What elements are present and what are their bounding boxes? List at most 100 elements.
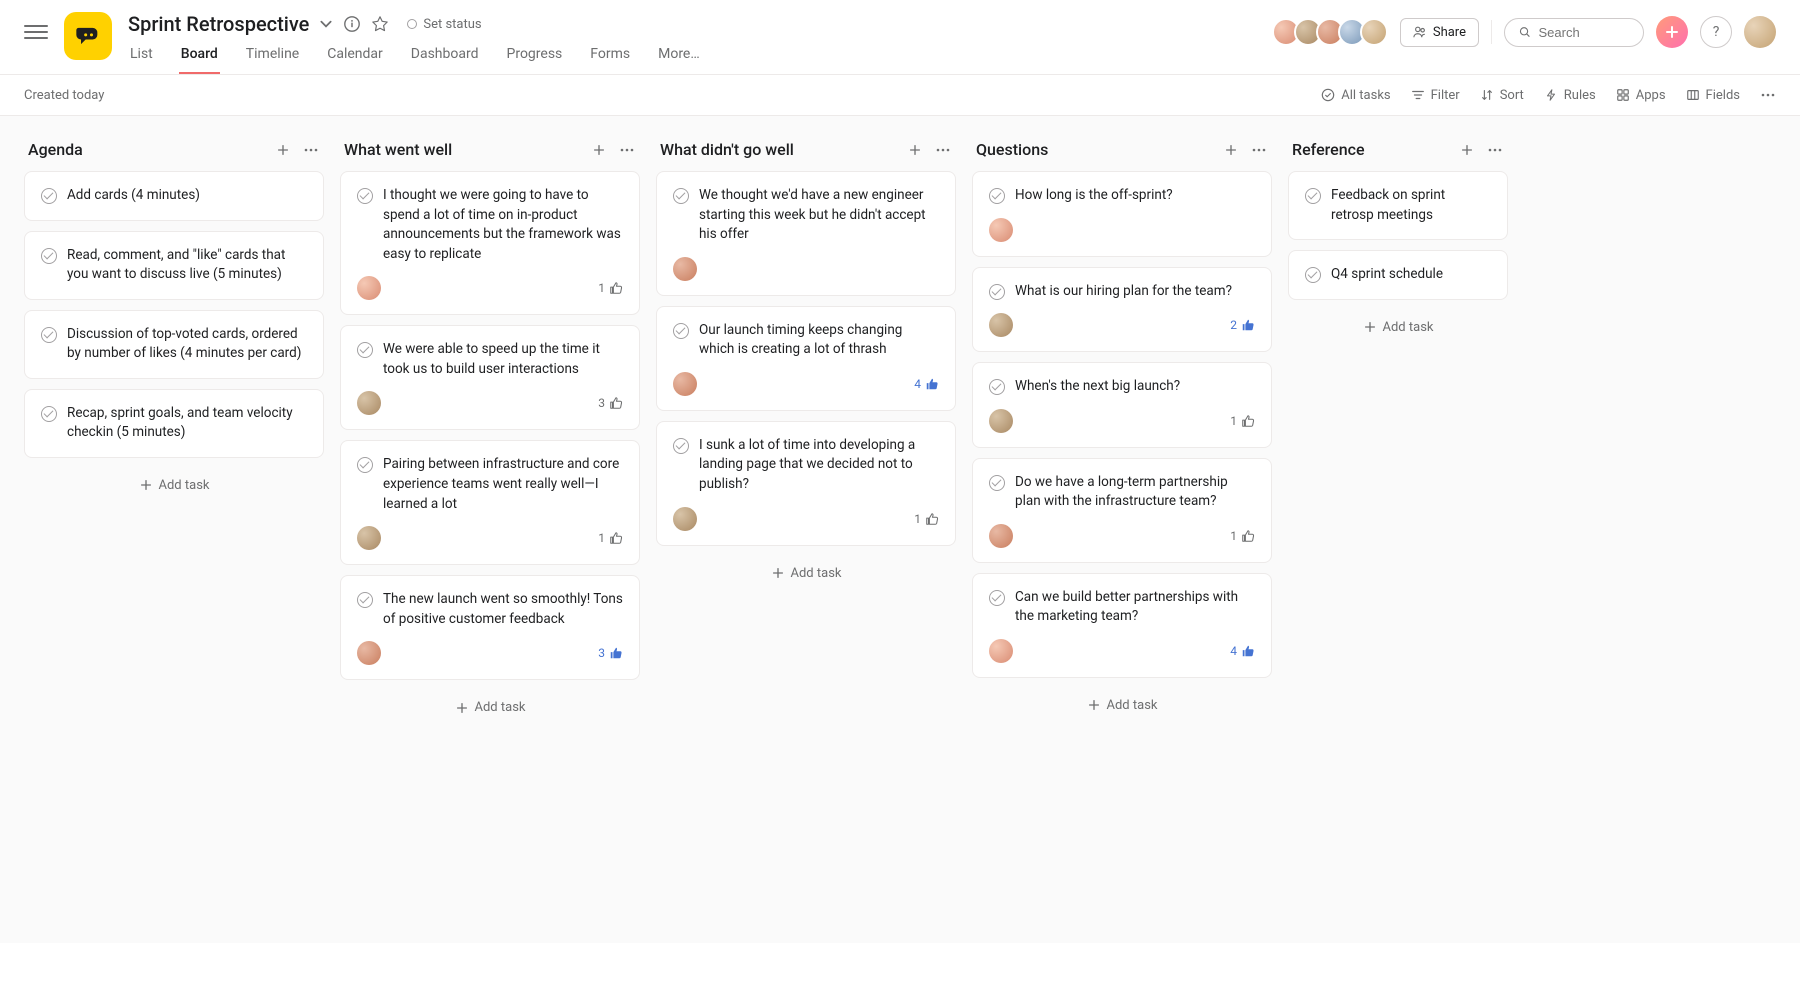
column-add-button[interactable] <box>1222 141 1240 159</box>
project-icon[interactable] <box>64 12 112 60</box>
task-card[interactable]: Do we have a long-term partnership plan … <box>972 458 1272 563</box>
complete-checkbox[interactable] <box>41 406 57 422</box>
task-card[interactable]: When's the next big launch? 1 <box>972 362 1272 448</box>
user-avatar[interactable] <box>1744 16 1776 48</box>
column-more-button[interactable] <box>302 141 320 159</box>
more-options-button[interactable] <box>1760 87 1776 103</box>
fields-button[interactable]: Fields <box>1686 88 1740 103</box>
add-task-button[interactable]: Add task <box>340 690 640 725</box>
assignee-avatar[interactable] <box>673 372 697 396</box>
assignee-avatar[interactable] <box>357 526 381 550</box>
complete-checkbox[interactable] <box>989 590 1005 606</box>
assignee-avatar[interactable] <box>357 276 381 300</box>
task-card[interactable]: Feedback on sprint retrosp meetings <box>1288 171 1508 240</box>
likes-count[interactable]: 4 <box>1230 644 1255 658</box>
add-task-button[interactable]: Add task <box>1288 310 1508 345</box>
assignee-avatar[interactable] <box>673 507 697 531</box>
likes-count[interactable]: 3 <box>598 646 623 660</box>
task-card[interactable]: Our launch timing keeps changing which i… <box>656 306 956 411</box>
add-task-button[interactable]: Add task <box>656 556 956 591</box>
task-card[interactable]: We were able to speed up the time it too… <box>340 325 640 430</box>
likes-count[interactable]: 1 <box>914 512 939 526</box>
assignee-avatar[interactable] <box>673 257 697 281</box>
column-more-button[interactable] <box>1486 141 1504 159</box>
tab-board[interactable]: Board <box>179 46 220 74</box>
task-card[interactable]: How long is the off-sprint? <box>972 171 1272 257</box>
complete-checkbox[interactable] <box>1305 188 1321 204</box>
assignee-avatar[interactable] <box>989 639 1013 663</box>
likes-count[interactable]: 3 <box>598 396 623 410</box>
share-button[interactable]: Share <box>1400 18 1479 47</box>
assignee-avatar[interactable] <box>357 641 381 665</box>
task-card[interactable]: We thought we'd have a new engineer star… <box>656 171 956 296</box>
column-more-button[interactable] <box>618 141 636 159</box>
column-add-button[interactable] <box>590 141 608 159</box>
likes-count[interactable]: 1 <box>598 531 623 545</box>
rules-button[interactable]: Rules <box>1544 88 1596 103</box>
sort-button[interactable]: Sort <box>1480 88 1524 103</box>
apps-button[interactable]: Apps <box>1616 88 1666 103</box>
complete-checkbox[interactable] <box>41 248 57 264</box>
complete-checkbox[interactable] <box>989 284 1005 300</box>
assignee-avatar[interactable] <box>989 313 1013 337</box>
tab-dashboard[interactable]: Dashboard <box>409 46 481 74</box>
task-card[interactable]: I thought we were going to have to spend… <box>340 171 640 315</box>
task-card[interactable]: Recap, sprint goals, and team velocity c… <box>24 389 324 458</box>
assignee-avatar[interactable] <box>989 409 1013 433</box>
task-card[interactable]: Q4 sprint schedule <box>1288 250 1508 300</box>
likes-count[interactable]: 1 <box>1230 529 1255 543</box>
likes-count[interactable]: 4 <box>914 377 939 391</box>
assignee-avatar[interactable] <box>989 218 1013 242</box>
complete-checkbox[interactable] <box>673 188 689 204</box>
complete-checkbox[interactable] <box>357 457 373 473</box>
project-title[interactable]: Sprint Retrospective <box>128 12 309 36</box>
assignee-avatar[interactable] <box>989 524 1013 548</box>
task-card[interactable]: Add cards (4 minutes) <box>24 171 324 221</box>
task-card[interactable]: What is our hiring plan for the team? 2 <box>972 267 1272 353</box>
task-card[interactable]: I sunk a lot of time into developing a l… <box>656 421 956 546</box>
complete-checkbox[interactable] <box>989 379 1005 395</box>
complete-checkbox[interactable] <box>673 438 689 454</box>
complete-checkbox[interactable] <box>357 592 373 608</box>
column-more-button[interactable] <box>934 141 952 159</box>
column-more-button[interactable] <box>1250 141 1268 159</box>
task-card[interactable]: Pairing between infrastructure and core … <box>340 440 640 565</box>
tab-list[interactable]: List <box>128 46 155 74</box>
task-card[interactable]: Can we build better partnerships with th… <box>972 573 1272 678</box>
column-add-button[interactable] <box>1458 141 1476 159</box>
menu-toggle[interactable] <box>24 20 48 44</box>
complete-checkbox[interactable] <box>41 188 57 204</box>
member-avatars[interactable] <box>1278 18 1388 46</box>
add-task-button[interactable]: Add task <box>972 688 1272 723</box>
star-icon[interactable] <box>371 15 389 33</box>
likes-count[interactable]: 1 <box>598 281 623 295</box>
tab-timeline[interactable]: Timeline <box>244 46 301 74</box>
complete-checkbox[interactable] <box>989 188 1005 204</box>
likes-count[interactable]: 2 <box>1230 318 1255 332</box>
likes-count[interactable]: 1 <box>1230 414 1255 428</box>
complete-checkbox[interactable] <box>357 342 373 358</box>
search-box[interactable] <box>1504 18 1644 47</box>
add-task-button[interactable]: Add task <box>24 468 324 503</box>
complete-checkbox[interactable] <box>41 327 57 343</box>
search-input[interactable] <box>1539 25 1629 40</box>
assignee-avatar[interactable] <box>357 391 381 415</box>
task-card[interactable]: Read, comment, and "like" cards that you… <box>24 231 324 300</box>
chevron-down-icon[interactable] <box>319 17 333 31</box>
complete-checkbox[interactable] <box>357 188 373 204</box>
all-tasks-button[interactable]: All tasks <box>1321 88 1390 103</box>
column-add-button[interactable] <box>274 141 292 159</box>
task-card[interactable]: Discussion of top-voted cards, ordered b… <box>24 310 324 379</box>
filter-button[interactable]: Filter <box>1411 88 1460 103</box>
complete-checkbox[interactable] <box>1305 267 1321 283</box>
info-icon[interactable] <box>343 15 361 33</box>
tab-calendar[interactable]: Calendar <box>325 46 385 74</box>
complete-checkbox[interactable] <box>989 475 1005 491</box>
tab-progress[interactable]: Progress <box>505 46 565 74</box>
tab-more[interactable]: More… <box>656 46 702 74</box>
help-button[interactable]: ? <box>1700 16 1732 48</box>
tab-forms[interactable]: Forms <box>588 46 632 74</box>
complete-checkbox[interactable] <box>673 323 689 339</box>
set-status-button[interactable]: Set status <box>399 13 489 36</box>
task-card[interactable]: The new launch went so smoothly! Tons of… <box>340 575 640 680</box>
